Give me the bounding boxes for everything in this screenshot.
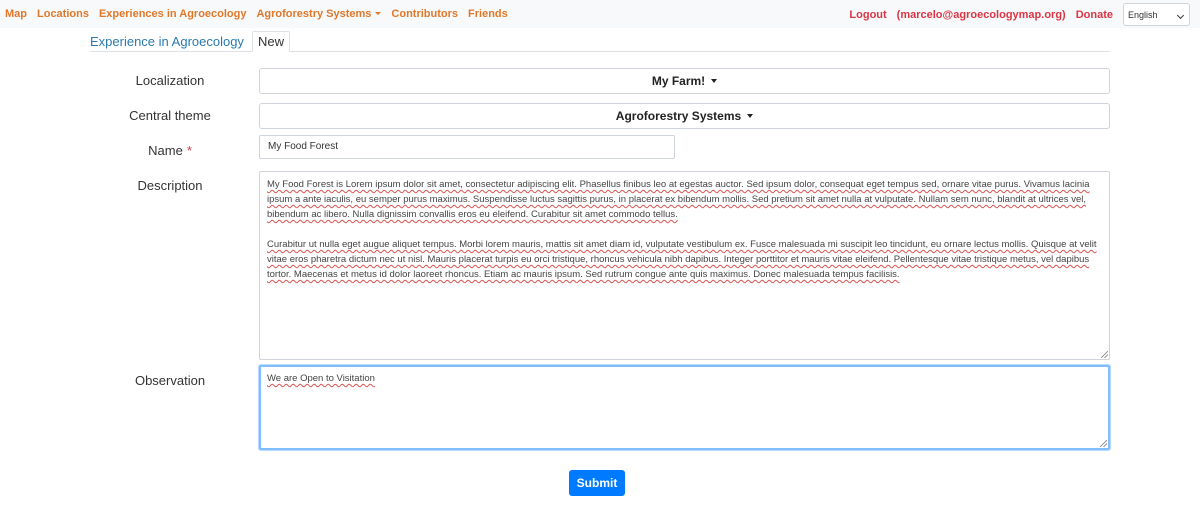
- central-theme-dropdown[interactable]: Agroforestry Systems: [259, 103, 1110, 129]
- nav-links: Map Locations Experiences in Agroecology…: [5, 8, 508, 21]
- nav-friends[interactable]: Friends: [468, 8, 508, 21]
- nav-map[interactable]: Map: [5, 8, 27, 21]
- name-input[interactable]: My Food Forest: [259, 135, 675, 159]
- observation-textarea[interactable]: We are Open to Visitation: [259, 365, 1110, 450]
- language-select[interactable]: English: [1123, 3, 1190, 26]
- caret-down-icon: [747, 114, 754, 118]
- nav-contributors[interactable]: Contributors: [391, 8, 458, 21]
- nav-user-area: Logout (marcelo@agroecologymap.org) Dona…: [849, 3, 1190, 26]
- localization-dropdown[interactable]: My Farm!: [259, 68, 1110, 94]
- nav-locations[interactable]: Locations: [37, 8, 89, 21]
- nav-agroforestry-label: Agroforestry Systems: [256, 8, 372, 20]
- caret-down-icon: [375, 12, 382, 15]
- language-select-value: English: [1128, 9, 1158, 20]
- description-paragraph: Curabitur ut nulla eget augue aliquet te…: [267, 239, 1097, 280]
- submit-button[interactable]: Submit: [569, 470, 625, 496]
- required-marker: *: [186, 143, 192, 158]
- top-navbar: Map Locations Experiences in Agroecology…: [0, 0, 1200, 28]
- logout-link[interactable]: Logout: [849, 9, 886, 21]
- user-email-link[interactable]: (marcelo@agroecologymap.org): [897, 9, 1066, 21]
- resize-handle-icon[interactable]: [1100, 440, 1107, 447]
- donate-link[interactable]: Donate: [1076, 9, 1113, 21]
- tab-new[interactable]: New: [252, 31, 291, 52]
- tab-experience-list[interactable]: Experience in Agroecology: [90, 34, 244, 49]
- description-textarea[interactable]: My Food Forest is Lorem ipsum dolor sit …: [259, 171, 1110, 360]
- localization-value: My Farm!: [651, 74, 706, 88]
- nav-experiences[interactable]: Experiences in Agroecology: [99, 8, 247, 21]
- description-paragraph: My Food Forest is Lorem ipsum dolor sit …: [267, 179, 1090, 220]
- caret-down-icon: [711, 79, 718, 83]
- central-theme-label: Central theme: [129, 108, 211, 123]
- localization-label: Localization: [135, 73, 205, 88]
- central-theme-value: Agroforestry Systems: [615, 109, 742, 123]
- name-label-text: Name: [148, 143, 183, 158]
- description-label: Description: [137, 178, 203, 193]
- resize-handle-icon[interactable]: [1101, 351, 1108, 358]
- observation-value: We are Open to Visitation: [267, 373, 375, 384]
- chevron-down-icon: [1176, 11, 1185, 20]
- observation-label: Observation: [134, 373, 206, 388]
- name-label: Name *: [90, 143, 250, 158]
- nav-agroforestry-dropdown[interactable]: Agroforestry Systems: [256, 8, 382, 21]
- page-tabs: Experience in Agroecology New: [90, 31, 1110, 52]
